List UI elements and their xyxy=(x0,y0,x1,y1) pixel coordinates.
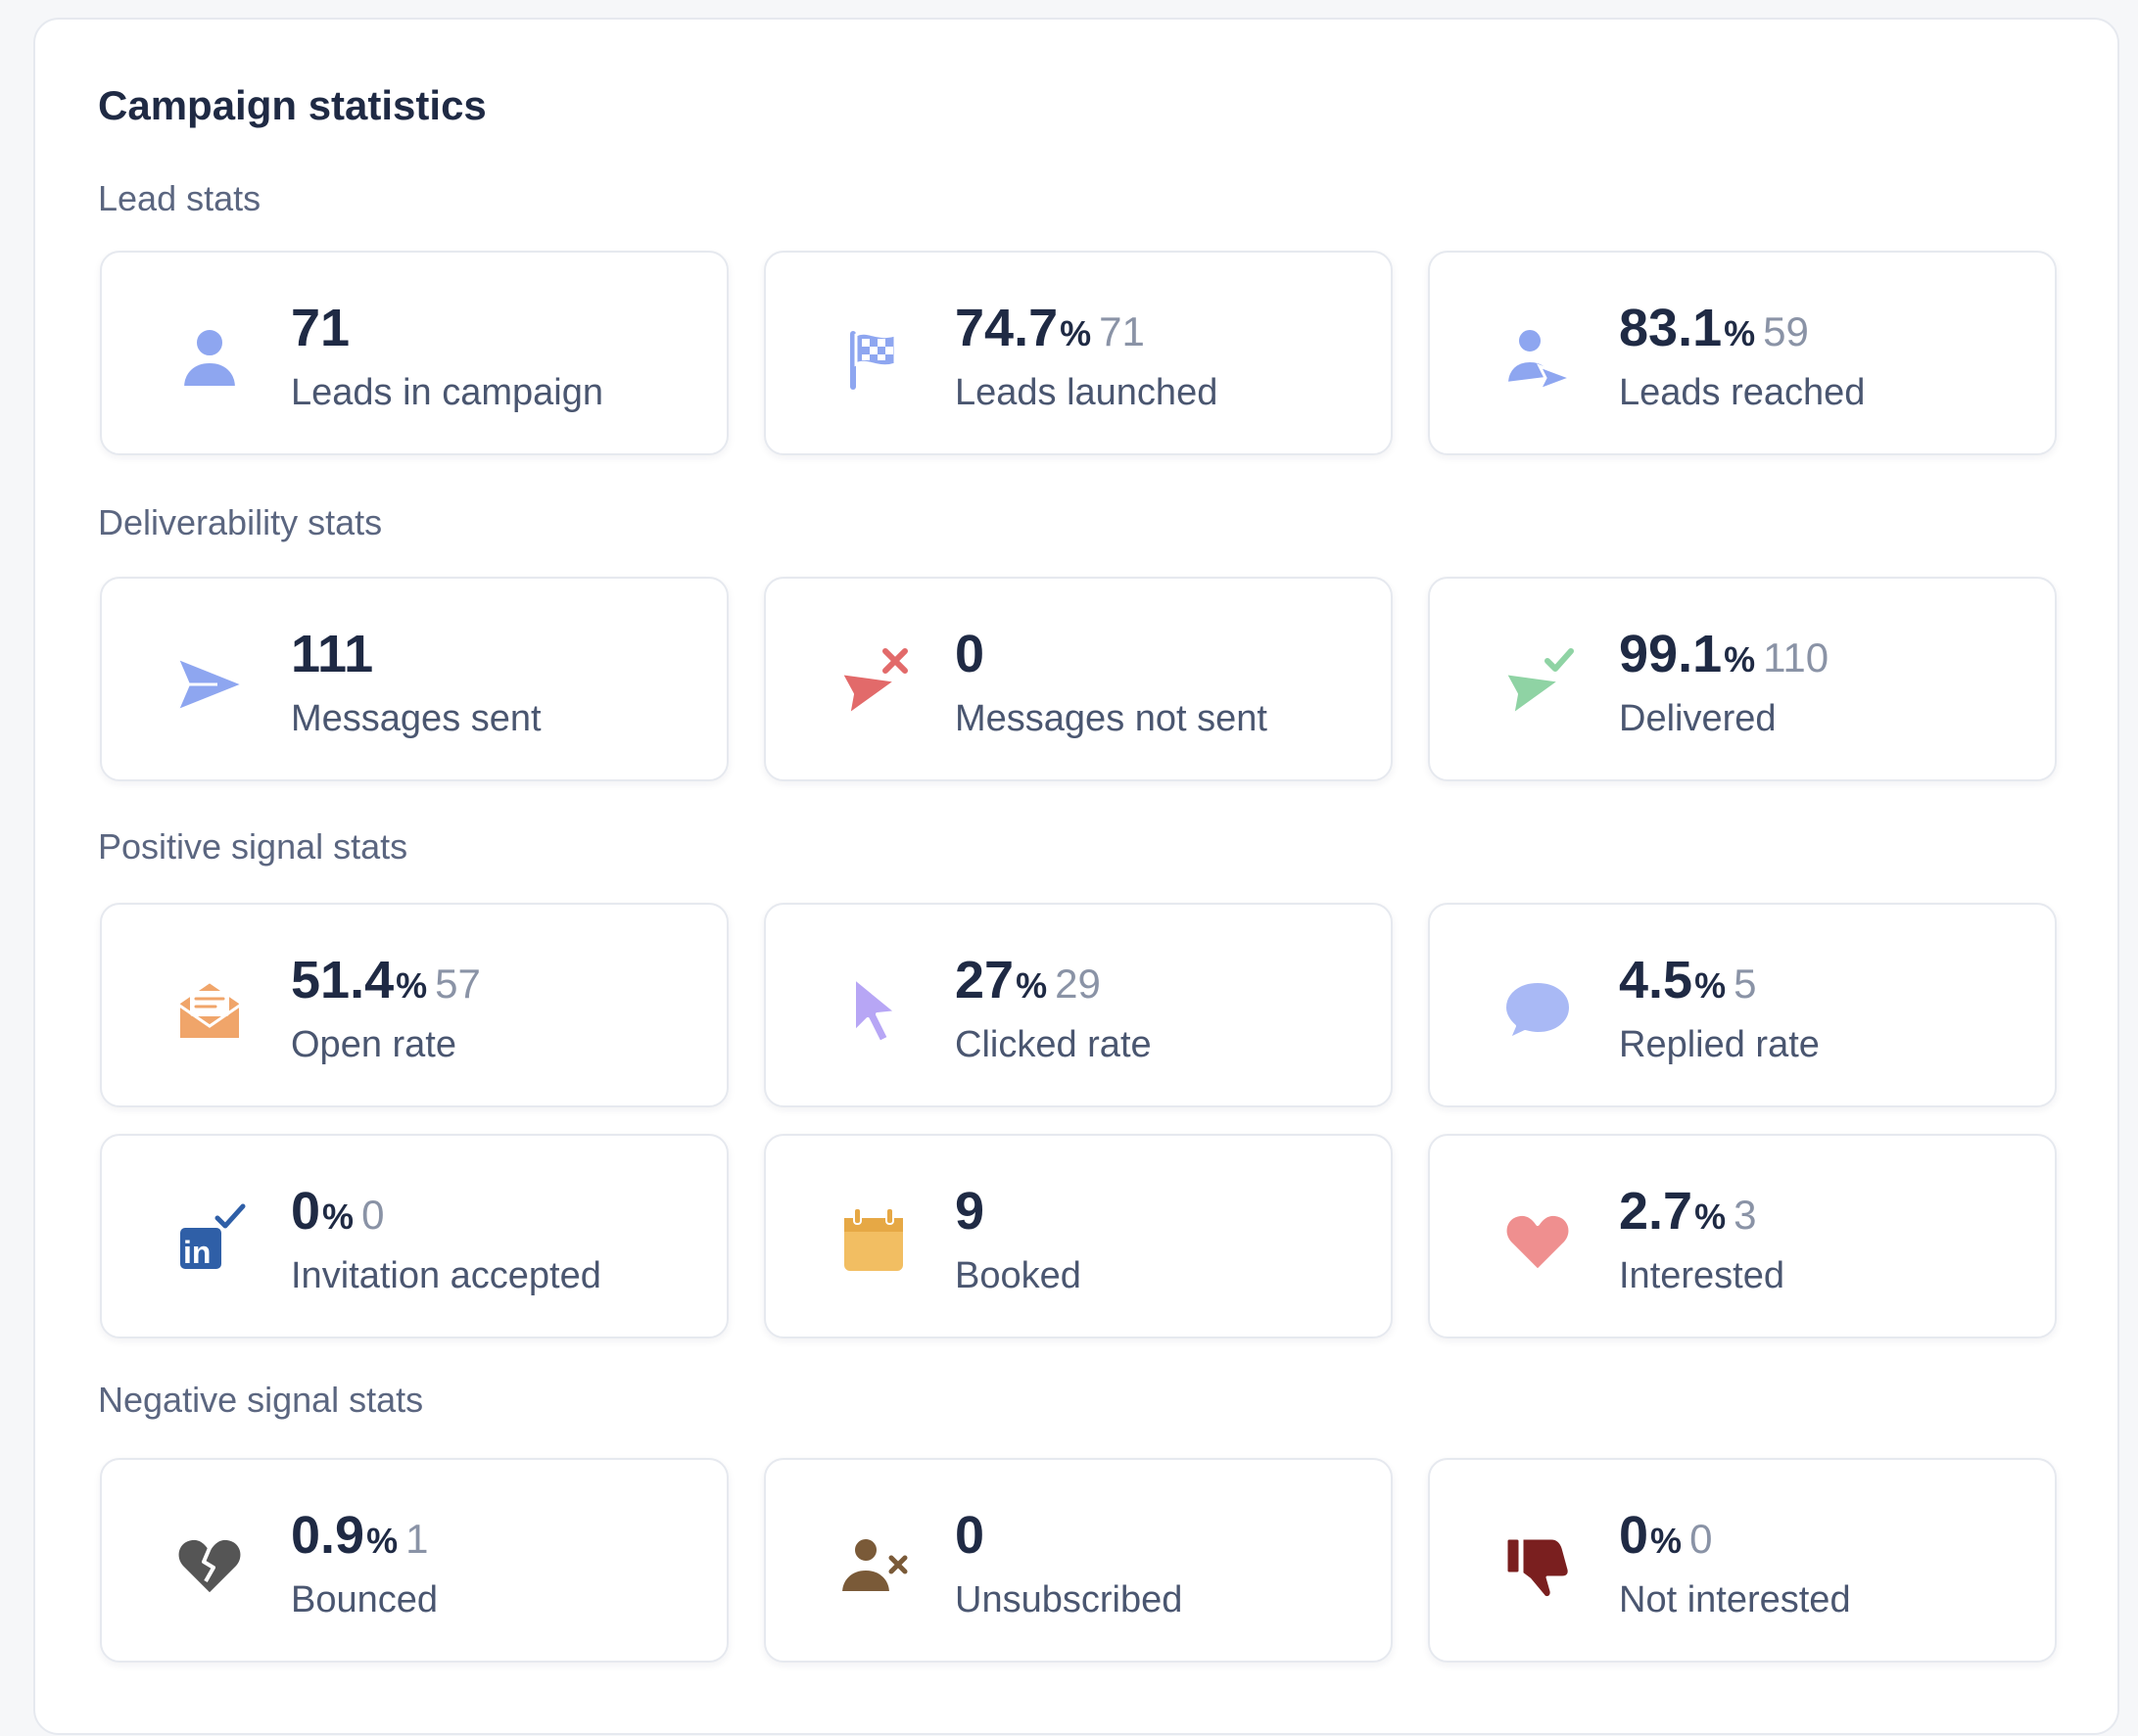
stat-label: Bounced xyxy=(291,1579,439,1620)
person-send-icon xyxy=(1497,317,1579,399)
stat-label: Clicked rate xyxy=(955,1024,1152,1065)
stat-label: Replied rate xyxy=(1619,1024,1820,1065)
paper-plane-failed-icon xyxy=(832,643,915,726)
stat-label: Leads in campaign xyxy=(291,372,603,413)
stat-value: 0 xyxy=(1619,1506,1649,1565)
stat-card-invitation-accepted[interactable]: in 0% 0 Invitation accepted xyxy=(100,1134,729,1338)
stat-percent-sign: % xyxy=(1650,1521,1683,1561)
stat-card-interested[interactable]: 2.7% 3 Interested xyxy=(1428,1134,2057,1338)
stat-label: Interested xyxy=(1619,1255,1784,1296)
stat-value: 4.5 xyxy=(1619,951,1693,1009)
linkedin-check-icon: in xyxy=(168,1200,251,1283)
stat-label: Delivered xyxy=(1619,698,1777,739)
stat-count: 5 xyxy=(1734,961,1757,1007)
stat-value: 0.9 xyxy=(291,1506,365,1565)
broken-heart-icon xyxy=(168,1525,251,1607)
stat-card-booked[interactable]: 9 Booked xyxy=(764,1134,1393,1338)
section-label-positive-signal-stats: Positive signal stats xyxy=(98,826,408,867)
stat-count: 0 xyxy=(361,1192,385,1238)
speech-bubble-icon xyxy=(1497,969,1579,1052)
stat-label: Not interested xyxy=(1619,1579,1851,1620)
stat-card-delivered[interactable]: 99.1% 110 Delivered xyxy=(1428,577,2057,781)
checkered-flag-icon xyxy=(832,317,915,399)
stat-value: 0 xyxy=(955,1506,985,1565)
stat-card-not-interested[interactable]: 0% 0 Not interested xyxy=(1428,1458,2057,1663)
cursor-icon xyxy=(832,969,915,1052)
stat-count: 1 xyxy=(405,1516,429,1562)
stat-label: Unsubscribed xyxy=(955,1579,1183,1620)
stat-card-leads-in-campaign[interactable]: 71 Leads in campaign xyxy=(100,251,729,455)
stat-count: 3 xyxy=(1734,1192,1757,1238)
stat-percent-sign: % xyxy=(1724,639,1756,680)
stat-count: 110 xyxy=(1763,634,1829,680)
stat-card-leads-launched[interactable]: 74.7% 71 Leads launched xyxy=(764,251,1393,455)
stat-value: 83.1 xyxy=(1619,299,1723,357)
stat-percent-sign: % xyxy=(366,1521,399,1561)
stat-count: 59 xyxy=(1763,308,1809,354)
section-label-lead-stats: Lead stats xyxy=(98,178,261,218)
stat-card-messages-sent[interactable]: 111 Messages sent xyxy=(100,577,729,781)
stat-value: 27 xyxy=(955,951,1015,1009)
stat-value: 51.4 xyxy=(291,951,395,1009)
stat-label: Invitation accepted xyxy=(291,1255,601,1296)
stat-percent-sign: % xyxy=(396,965,428,1006)
stat-count: 57 xyxy=(435,961,481,1007)
paper-plane-icon xyxy=(168,643,251,726)
stat-card-open-rate[interactable]: 51.4% 57 Open rate xyxy=(100,903,729,1107)
person-icon xyxy=(168,317,251,399)
stat-card-clicked-rate[interactable]: 27% 29 Clicked rate xyxy=(764,903,1393,1107)
stat-count: 0 xyxy=(1689,1516,1713,1562)
stat-value: 71 xyxy=(291,299,351,357)
stat-label: Leads launched xyxy=(955,372,1218,413)
stat-label: Messages not sent xyxy=(955,698,1267,739)
stat-percent-sign: % xyxy=(1016,965,1048,1006)
stat-value: 99.1 xyxy=(1619,625,1723,683)
section-label-negative-signal-stats: Negative signal stats xyxy=(98,1380,424,1420)
calendar-icon xyxy=(832,1200,915,1283)
stat-percent-sign: % xyxy=(1694,965,1727,1006)
paper-plane-check-icon xyxy=(1497,643,1579,726)
stat-card-replied-rate[interactable]: 4.5% 5 Replied rate xyxy=(1428,903,2057,1107)
person-remove-icon xyxy=(832,1525,915,1607)
stat-value: 9 xyxy=(955,1182,985,1241)
heart-icon xyxy=(1497,1200,1579,1283)
section-label-deliverability-stats: Deliverability stats xyxy=(98,502,383,542)
open-envelope-icon xyxy=(168,969,251,1052)
stat-percent-sign: % xyxy=(322,1196,355,1237)
stat-value: 2.7 xyxy=(1619,1182,1693,1241)
thumbs-down-icon xyxy=(1497,1525,1579,1607)
stat-card-leads-reached[interactable]: 83.1% 59 Leads reached xyxy=(1428,251,2057,455)
stat-label: Messages sent xyxy=(291,698,542,739)
stat-percent-sign: % xyxy=(1060,313,1092,353)
stat-label: Leads reached xyxy=(1619,372,1866,413)
stat-count: 29 xyxy=(1055,961,1101,1007)
stat-label: Booked xyxy=(955,1255,1081,1296)
stat-label: Open rate xyxy=(291,1024,456,1065)
stat-value: 0 xyxy=(291,1182,321,1241)
stat-percent-sign: % xyxy=(1724,313,1756,353)
stat-value: 74.7 xyxy=(955,299,1059,357)
stat-value: 0 xyxy=(955,625,985,683)
svg-text:in: in xyxy=(183,1235,211,1270)
stat-percent-sign: % xyxy=(1694,1196,1727,1237)
stat-value: 111 xyxy=(291,625,374,683)
page-title: Campaign statistics xyxy=(98,82,487,128)
stat-card-messages-not-sent[interactable]: 0 Messages not sent xyxy=(764,577,1393,781)
stat-card-bounced[interactable]: 0.9% 1 Bounced xyxy=(100,1458,729,1663)
stat-card-unsubscribed[interactable]: 0 Unsubscribed xyxy=(764,1458,1393,1663)
stat-count: 71 xyxy=(1099,308,1145,354)
